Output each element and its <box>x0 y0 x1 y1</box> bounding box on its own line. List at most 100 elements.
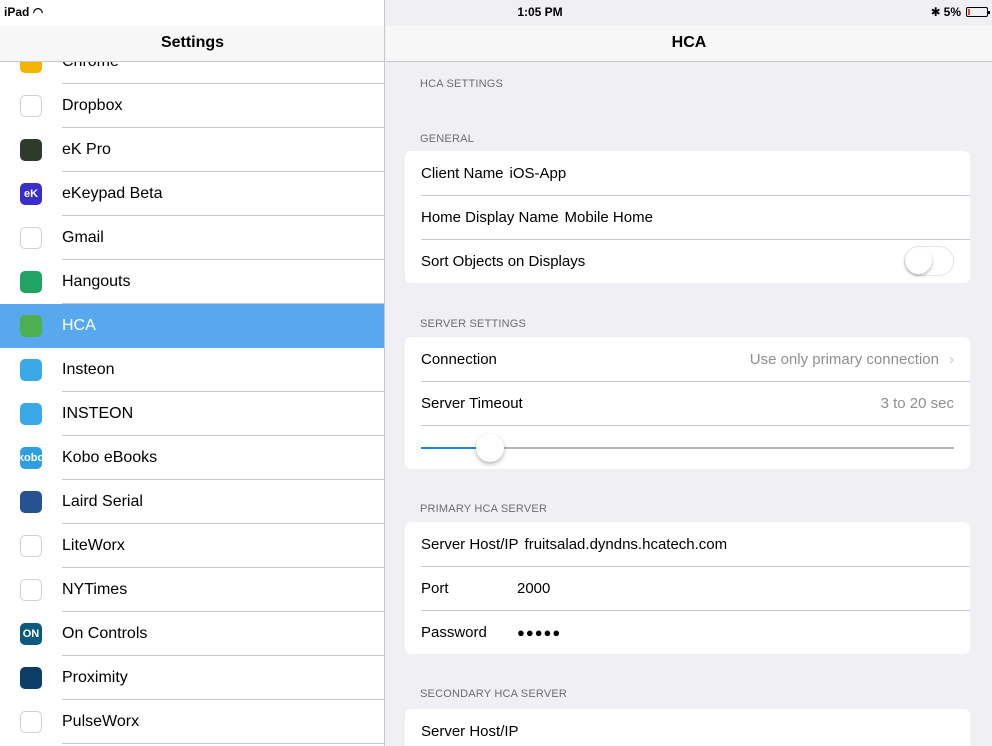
sidebar-item-label: Dropbox <box>62 97 123 114</box>
primary-server-group: Server Host/IP fruitsalad.dyndns.hcatech… <box>405 522 970 654</box>
proximity-icon <box>20 667 42 689</box>
port-label: Port <box>421 579 449 597</box>
slider-thumb[interactable] <box>476 434 505 462</box>
sidebar-item-hangouts[interactable]: Hangouts <box>0 260 384 304</box>
primary-host-field[interactable]: fruitsalad.dyndns.hcatech.com <box>525 536 728 553</box>
gmail-icon <box>20 227 42 249</box>
server-timeout-value: 3 to 20 sec <box>880 394 954 412</box>
nytimes-icon <box>20 579 42 601</box>
sidebar-item-insteon[interactable]: Insteon <box>0 348 384 392</box>
home-display-name-field[interactable]: Mobile Home <box>565 209 653 226</box>
client-name-label: Client Name <box>421 164 504 182</box>
detail-pane: HCA HCA SETTINGS GENERAL Client Name iOS… <box>386 0 992 746</box>
sidebar-item-ekeypad-beta[interactable]: eK eKeypad Beta <box>0 172 384 216</box>
sidebar-item-pulseworx[interactable]: PulseWorx <box>0 700 384 744</box>
status-left: iPad ◠ <box>4 5 43 19</box>
server-timeout-row: Server Timeout 3 to 20 sec <box>405 381 970 425</box>
sidebar-item-label: eKeypad Beta <box>62 185 163 202</box>
insteon-caps-icon <box>20 403 42 425</box>
secondary-server-group: Server Host/IP <box>405 709 970 746</box>
hca-icon <box>20 315 42 337</box>
device-label: iPad <box>4 5 30 19</box>
connection-row[interactable]: Connection Use only primary connection › <box>405 337 970 381</box>
settings-sidebar: ChromeDropboxeK ProeKeKeypad BetaGmailHa… <box>0 0 385 746</box>
home-display-name-row[interactable]: Home Display Name Mobile Home <box>405 195 970 239</box>
password-label: Password <box>421 623 487 641</box>
primary-host-label: Server Host/IP <box>421 535 519 553</box>
sort-objects-label: Sort Objects on Displays <box>421 252 586 270</box>
sidebar-item-label: Kobo eBooks <box>62 449 158 466</box>
sidebar-item-ek-pro[interactable]: eK Pro <box>0 128 384 172</box>
sidebar-item-label: Proximity <box>62 669 128 686</box>
status-time: 1:05 PM <box>517 5 563 19</box>
server-settings-group: Connection Use only primary connection ›… <box>405 337 970 469</box>
client-name-row[interactable]: Client Name iOS-App <box>405 151 970 195</box>
kobo-icon: kobo <box>18 447 44 469</box>
section-header-general: GENERAL <box>420 133 474 145</box>
page-title: HCA <box>386 26 992 62</box>
chevron-right-icon: › <box>949 350 954 368</box>
bluetooth-icon: ✱ <box>930 5 941 19</box>
status-right: ✱ 5% <box>930 5 990 19</box>
server-timeout-label: Server Timeout <box>421 394 523 412</box>
sidebar-item-label: INSTEON <box>62 405 134 422</box>
sidebar-item-label: On Controls <box>62 625 148 642</box>
sidebar-item-gmail[interactable]: Gmail <box>0 216 384 260</box>
home-display-name-label: Home Display Name <box>421 208 559 226</box>
password-field[interactable]: ●●●●● <box>517 625 561 640</box>
sidebar-item-nytimes[interactable]: NYTimes <box>0 568 384 612</box>
app-list: ChromeDropboxeK ProeKeKeypad BetaGmailHa… <box>0 40 384 744</box>
primary-host-row[interactable]: Server Host/IP fruitsalad.dyndns.hcatech… <box>405 522 970 566</box>
dropbox-icon <box>20 95 42 117</box>
sidebar-item-label: Gmail <box>62 229 104 246</box>
sidebar-item-kobo-ebooks[interactable]: kobo Kobo eBooks <box>0 436 384 480</box>
sidebar-item-label: NYTimes <box>62 581 128 598</box>
section-header-server-settings: SERVER SETTINGS <box>420 318 527 330</box>
sidebar-item-on-controls[interactable]: ON On Controls <box>0 612 384 656</box>
general-group: Client Name iOS-App Home Display Name Mo… <box>405 151 970 283</box>
battery-icon <box>966 7 990 17</box>
battery-fill <box>968 9 970 15</box>
battery-percent: 5% <box>943 5 961 19</box>
port-row[interactable]: Port 2000 <box>405 566 970 610</box>
status-bar: iPad ◠ 1:05 PM ✱ 5% <box>0 0 992 26</box>
server-timeout-slider[interactable] <box>421 434 954 462</box>
server-timeout-slider-row <box>405 425 970 469</box>
section-header-primary-server: PRIMARY HCA SERVER <box>420 503 548 515</box>
sidebar-item-hca[interactable]: HCA <box>0 304 384 348</box>
sort-objects-row: Sort Objects on Displays <box>405 239 970 283</box>
sidebar-item-insteon[interactable]: INSTEON <box>0 392 384 436</box>
client-name-field[interactable]: iOS-App <box>510 165 567 182</box>
secondary-host-label: Server Host/IP <box>421 722 519 740</box>
toggle-knob <box>905 247 932 274</box>
sidebar-item-label: Hangouts <box>62 273 131 290</box>
port-field[interactable]: 2000 <box>517 580 550 597</box>
connection-label: Connection <box>421 350 497 368</box>
liteworx-icon <box>20 535 42 557</box>
connection-value: Use only primary connection <box>749 350 939 368</box>
sort-objects-toggle[interactable] <box>904 246 954 276</box>
sidebar-item-label: eK Pro <box>62 141 111 158</box>
sidebar-item-dropbox[interactable]: Dropbox <box>0 84 384 128</box>
sidebar-item-label: HCA <box>62 317 96 334</box>
secondary-host-row[interactable]: Server Host/IP <box>405 709 970 746</box>
hangouts-icon <box>20 271 42 293</box>
sidebar-title: Settings <box>0 26 384 62</box>
section-header-hca-settings: HCA SETTINGS <box>420 78 504 90</box>
sidebar-item-laird-serial[interactable]: Laird Serial <box>0 480 384 524</box>
ekeypad-icon: eK <box>20 183 42 205</box>
sidebar-item-label: PulseWorx <box>62 713 140 730</box>
pulseworx-icon <box>20 711 42 733</box>
sidebar-item-label: Laird Serial <box>62 493 143 510</box>
sidebar-item-liteworx[interactable]: LiteWorx <box>0 524 384 568</box>
laird-serial-icon <box>20 491 42 513</box>
sidebar-item-label: Insteon <box>62 361 115 378</box>
section-header-secondary-server: SECONDARY HCA SERVER <box>420 688 568 700</box>
insteon-icon <box>20 359 42 381</box>
ek-pro-icon <box>20 139 42 161</box>
sidebar-item-proximity[interactable]: Proximity <box>0 656 384 700</box>
sidebar-item-label: LiteWorx <box>62 537 125 554</box>
password-row[interactable]: Password ●●●●● <box>405 610 970 654</box>
on-controls-icon: ON <box>20 623 42 645</box>
wifi-icon: ◠ <box>32 5 44 19</box>
